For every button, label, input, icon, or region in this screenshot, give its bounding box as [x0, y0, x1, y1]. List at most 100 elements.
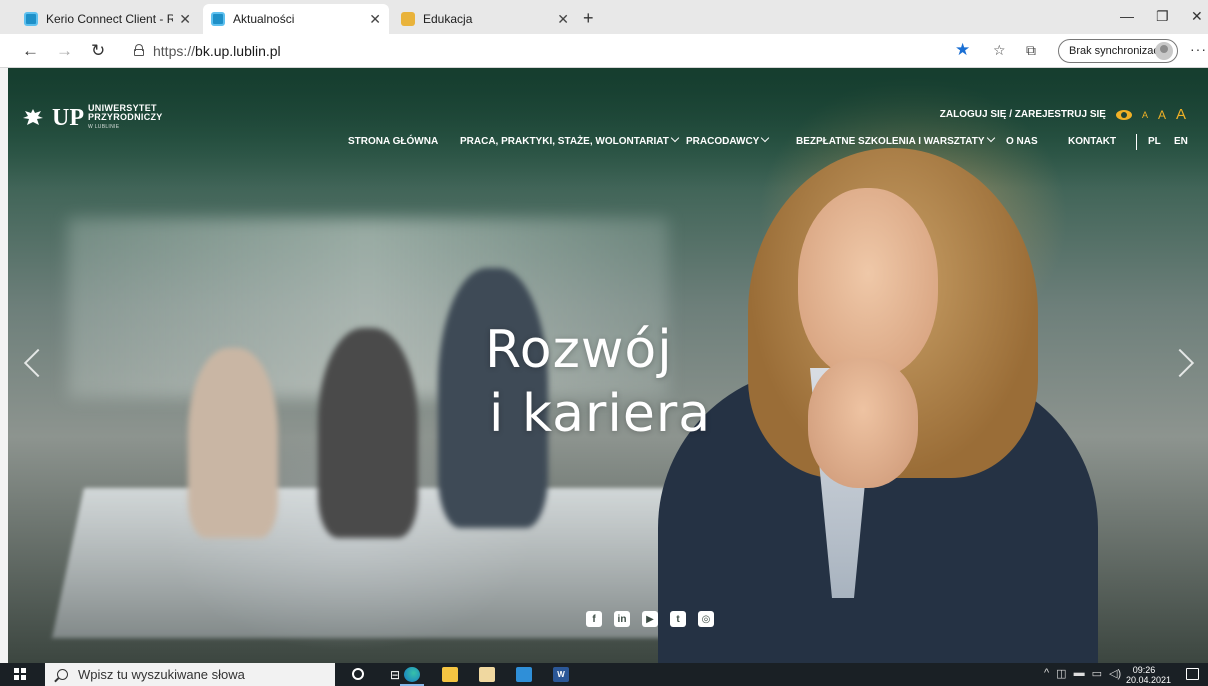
kerio-icon	[24, 12, 38, 26]
chevron-up-icon[interactable]: ^	[1044, 667, 1049, 680]
eagle-emblem-icon	[22, 107, 44, 129]
close-icon[interactable]: ✕	[557, 11, 569, 28]
collections-icon[interactable]: ⧉	[1026, 42, 1036, 59]
tab-title: Edukacja	[423, 12, 473, 26]
linkedin-icon[interactable]: in	[614, 611, 630, 627]
url-host: bk.up.lublin.pl	[195, 43, 281, 59]
notifications-icon[interactable]	[1186, 668, 1199, 680]
lang-pl[interactable]: PL	[1148, 136, 1161, 147]
nav-label: O NAS	[1006, 136, 1038, 147]
university-logo[interactable]: UP UNIWERSYTET PRZYRODNICZY W LUBLINIE	[22, 104, 163, 132]
clock-time: 09:26	[1132, 665, 1156, 675]
nav-o-nas[interactable]: O NAS	[1006, 136, 1038, 147]
nav-praca-praktyki[interactable]: PRACA, PRAKTYKI, STAŻE, WOLONTARIAT	[460, 133, 680, 147]
nav-kontakt[interactable]: KONTAKT	[1068, 136, 1116, 147]
tab-kerio-connect[interactable]: Kerio Connect Client - Re: Udział ✕	[16, 4, 199, 34]
nav-label: KONTAKT	[1068, 136, 1117, 147]
slider-prev-icon[interactable]	[23, 348, 53, 378]
profile-sync-button[interactable]: Brak synchronizacji	[1058, 39, 1178, 63]
minimize-icon[interactable]: —	[1120, 8, 1134, 24]
url-field[interactable]: https://bk.up.lublin.pl	[153, 43, 281, 59]
file-explorer-icon[interactable]	[442, 667, 458, 682]
headline-line2: i kariera	[489, 384, 712, 444]
tab-title: Kerio Connect Client - Re: Udział	[46, 12, 174, 26]
edge-browser-icon[interactable]	[404, 667, 420, 682]
close-icon[interactable]: ✕	[179, 11, 191, 28]
up-icon	[401, 12, 415, 26]
logo-line2: PRZYRODNICZY	[88, 112, 163, 122]
close-icon[interactable]: ✕	[369, 11, 381, 28]
nav-label: PRACA, PRAKTYKI, STAŻE, WOLONTARIAT	[460, 136, 669, 147]
nav-label: STRONA GŁÓWNA	[348, 136, 439, 147]
taskbar-search-box[interactable]: Wpisz tu wyszukiwane słowa	[45, 663, 335, 686]
chevron-down-icon	[670, 133, 680, 143]
taskbar-clock[interactable]: 09:26 20.04.2021	[1126, 665, 1172, 685]
store-icon[interactable]	[479, 667, 495, 682]
main-navigation: STRONA GŁÓWNA PRACA, PRAKTYKI, STAŻE, WO…	[348, 133, 1188, 152]
slider-next-icon[interactable]	[1165, 348, 1195, 378]
up-logo-mark: UP	[52, 105, 84, 131]
font-size-medium[interactable]: A	[1158, 108, 1166, 122]
font-size-large[interactable]: A	[1176, 106, 1186, 123]
tab-edukacja[interactable]: Edukacja ✕	[393, 4, 577, 34]
close-window-icon[interactable]: ✕	[1191, 8, 1203, 25]
back-icon[interactable]: ←	[22, 41, 39, 61]
hero-woman-hand	[808, 358, 918, 488]
network-icon[interactable]: ▭	[1092, 667, 1102, 680]
clock-date: 20.04.2021	[1126, 675, 1172, 685]
hero-headline: Rozwój i kariera	[485, 318, 711, 446]
nav-label: PRACODAWCY	[686, 136, 760, 147]
twitter-icon[interactable]: t	[670, 611, 686, 627]
font-size-small[interactable]: A	[1142, 110, 1148, 120]
headline-line1: Rozwój	[485, 320, 673, 380]
kerio-icon	[211, 12, 225, 26]
taskbar-search-placeholder: Wpisz tu wyszukiwane słowa	[78, 667, 245, 682]
windows-taskbar: Wpisz tu wyszukiwane słowa ⊟ W ^ ◫ ▬ ▭ ◁…	[0, 663, 1208, 686]
logo-line3: W LUBLINIE	[88, 124, 120, 130]
social-links: f in ▶ t ◎	[586, 611, 714, 627]
favorites-list-icon[interactable]: ☆	[993, 42, 1006, 59]
cortana-icon[interactable]	[352, 668, 364, 680]
windows-start-icon[interactable]	[14, 668, 26, 680]
nav-label: BEZPŁATNE SZKOLENIA I WARSZTATY	[796, 136, 985, 147]
nav-bezplatne-szkolenia[interactable]: BEZPŁATNE SZKOLENIA I WARSZTATY	[796, 133, 995, 147]
system-tray: ^ ◫ ▬ ▭ ◁)	[1044, 667, 1121, 680]
youtube-icon[interactable]: ▶	[642, 611, 658, 627]
nav-pracodawcy[interactable]: PRACODAWCY	[686, 133, 770, 147]
word-icon[interactable]: W	[553, 667, 569, 682]
facebook-icon[interactable]: f	[586, 611, 602, 627]
background-person	[318, 328, 418, 538]
hero-slider: UP UNIWERSYTET PRZYRODNICZY W LUBLINIE Z…	[8, 68, 1208, 663]
avatar-icon	[1155, 42, 1173, 60]
onedrive-icon[interactable]: ◫	[1056, 667, 1066, 680]
login-register-link[interactable]: ZALOGUJ SIĘ / ZAREJESTRUJ SIĘ	[940, 109, 1106, 120]
eye-contrast-icon[interactable]	[1115, 109, 1132, 120]
favorite-star-icon[interactable]: ★	[955, 40, 970, 60]
address-bar: ← → ↻ https://bk.up.lublin.pl ★ ☆ ⧉ Brak…	[0, 34, 1208, 68]
nav-strona-glowna[interactable]: STRONA GŁÓWNA	[348, 136, 438, 147]
chevron-down-icon	[986, 133, 995, 143]
tab-title: Aktualności	[233, 12, 295, 26]
chevron-down-icon	[761, 133, 770, 143]
maximize-icon[interactable]: ❐	[1156, 8, 1169, 25]
volume-icon[interactable]: ◁)	[1109, 667, 1121, 680]
lang-en[interactable]: EN	[1174, 136, 1188, 147]
search-icon	[57, 669, 68, 680]
new-tab-button[interactable]: +	[583, 8, 594, 29]
mail-icon[interactable]	[516, 667, 532, 682]
browser-tab-bar: Kerio Connect Client - Re: Udział ✕ Aktu…	[0, 0, 1208, 34]
refresh-icon[interactable]: ↻	[91, 41, 105, 61]
nav-divider	[1136, 134, 1137, 150]
more-options-icon[interactable]: ···	[1190, 41, 1207, 57]
instagram-icon[interactable]: ◎	[698, 611, 714, 627]
tab-aktualnosci[interactable]: Aktualności ✕	[203, 4, 389, 34]
university-name: UNIWERSYTET PRZYRODNICZY W LUBLINIE	[88, 104, 163, 132]
hero-woman-face	[798, 188, 938, 378]
lock-icon	[134, 44, 144, 56]
background-person	[188, 348, 278, 538]
sync-label: Brak synchronizacji	[1069, 45, 1164, 57]
battery-icon[interactable]: ▬	[1074, 667, 1085, 680]
url-prefix: https://	[153, 43, 196, 59]
top-utility-bar: ZALOGUJ SIĘ / ZAREJESTRUJ SIĘ A A A	[940, 106, 1186, 123]
forward-icon[interactable]: →	[56, 41, 73, 61]
